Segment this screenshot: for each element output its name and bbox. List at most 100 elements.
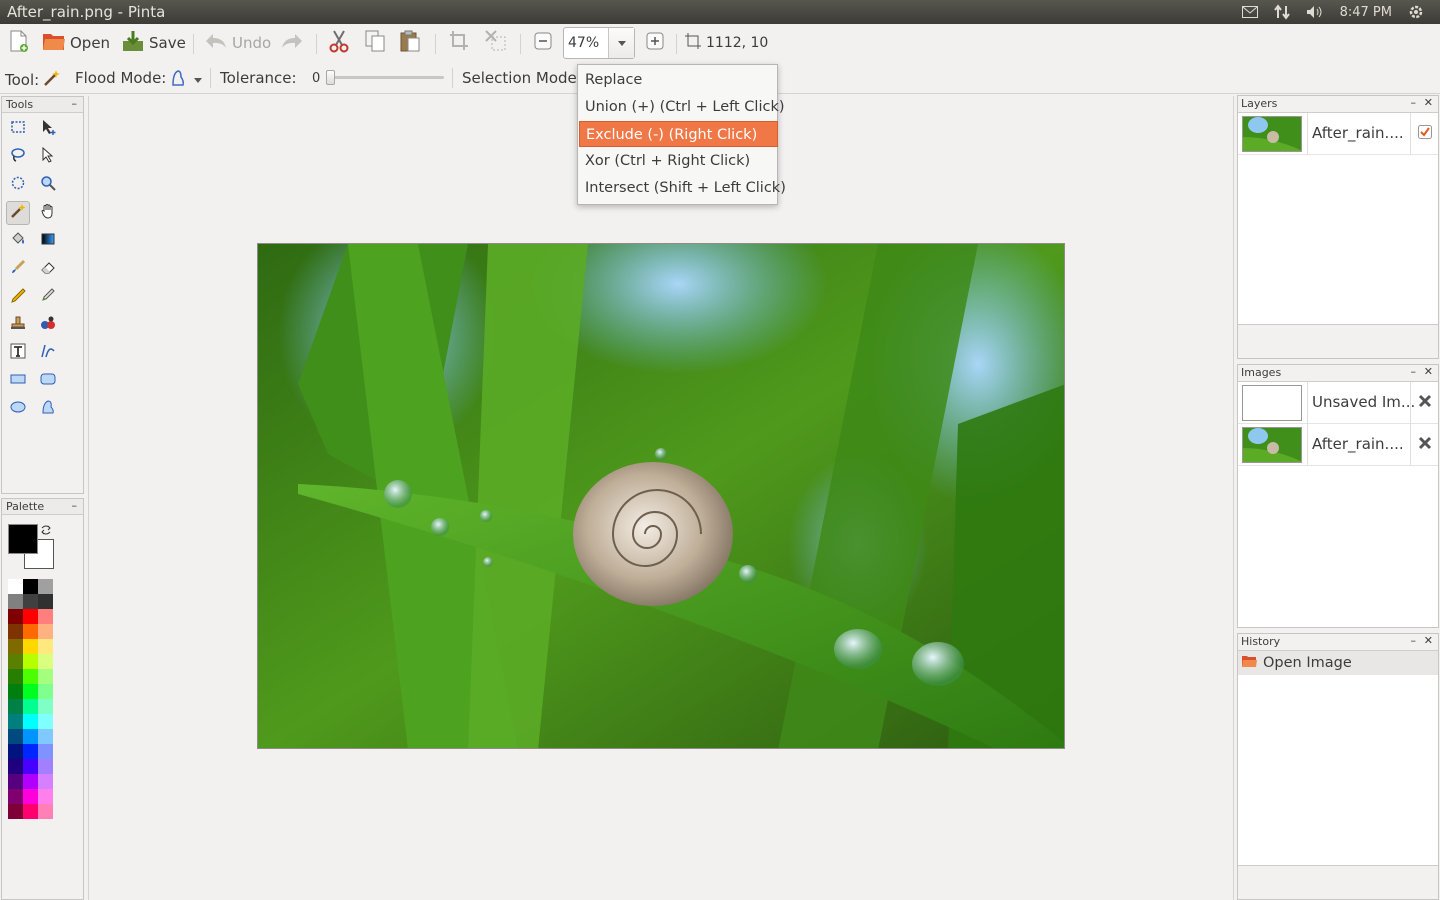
tolerance-slider[interactable] bbox=[326, 70, 444, 85]
selection-mode-menu-item[interactable]: Replace bbox=[579, 67, 778, 93]
palette-swatch[interactable] bbox=[23, 624, 38, 639]
palette-swatch[interactable] bbox=[8, 669, 23, 684]
palette-swatch[interactable] bbox=[8, 759, 23, 774]
undo-button[interactable]: Undo bbox=[204, 30, 271, 56]
minimize-icon[interactable]: – bbox=[1411, 96, 1417, 109]
palette-swatch[interactable] bbox=[38, 744, 53, 759]
clone-stamp-tool[interactable] bbox=[6, 313, 30, 337]
recolor-tool[interactable] bbox=[36, 313, 60, 337]
cut-button[interactable] bbox=[328, 30, 350, 56]
ellipse-tool[interactable] bbox=[6, 397, 30, 421]
palette-swatch[interactable] bbox=[8, 684, 23, 699]
palette-swatch[interactable] bbox=[23, 654, 38, 669]
close-image-icon[interactable] bbox=[1418, 436, 1432, 454]
palette-swatch[interactable] bbox=[8, 714, 23, 729]
palette-swatch[interactable] bbox=[8, 729, 23, 744]
minimize-icon[interactable]: – bbox=[72, 499, 78, 512]
palette-swatch[interactable] bbox=[38, 609, 53, 624]
palette-swatch[interactable] bbox=[8, 699, 23, 714]
color-picker-tool[interactable] bbox=[36, 285, 60, 309]
palette-swatch[interactable] bbox=[23, 714, 38, 729]
move-selected-tool[interactable] bbox=[36, 117, 60, 141]
text-tool[interactable] bbox=[6, 341, 30, 365]
layer-row[interactable]: After_rain.... bbox=[1238, 113, 1438, 155]
freeform-shape-tool[interactable] bbox=[36, 397, 60, 421]
zoom-tool[interactable] bbox=[36, 173, 60, 197]
palette-swatch[interactable] bbox=[8, 609, 23, 624]
image-row[interactable]: After_rain.... bbox=[1238, 424, 1438, 466]
ellipse-select-tool[interactable] bbox=[6, 173, 30, 197]
palette-swatch[interactable] bbox=[23, 759, 38, 774]
save-button[interactable]: Save bbox=[121, 30, 186, 56]
palette-swatch[interactable] bbox=[8, 744, 23, 759]
close-icon[interactable]: ✕ bbox=[1424, 634, 1433, 647]
palette-swatch[interactable] bbox=[8, 789, 23, 804]
eraser-tool[interactable] bbox=[36, 257, 60, 281]
minimize-icon[interactable]: – bbox=[72, 97, 78, 110]
network-icon[interactable] bbox=[1273, 4, 1290, 20]
image-row[interactable]: Unsaved Im... bbox=[1238, 382, 1438, 424]
move-selection-tool[interactable] bbox=[36, 145, 60, 169]
palette-swatch[interactable] bbox=[23, 639, 38, 654]
redo-button[interactable] bbox=[280, 30, 304, 56]
palette-swatch[interactable] bbox=[38, 594, 53, 609]
palette-swatch[interactable] bbox=[23, 699, 38, 714]
selection-mode-menu-item[interactable]: Union (+) (Ctrl + Left Click) bbox=[579, 94, 785, 120]
palette-swatch[interactable] bbox=[38, 654, 53, 669]
palette-swatch[interactable] bbox=[38, 624, 53, 639]
palette-swatch[interactable] bbox=[38, 804, 53, 819]
lasso-select-tool[interactable] bbox=[6, 145, 30, 169]
image-canvas[interactable] bbox=[257, 243, 1065, 749]
zoom-value[interactable]: 47% bbox=[568, 35, 599, 51]
palette-swatch[interactable] bbox=[38, 579, 53, 594]
zoom-combobox[interactable]: 47% bbox=[563, 27, 635, 59]
palette-swatch[interactable] bbox=[38, 759, 53, 774]
selection-mode-menu-item[interactable]: Xor (Ctrl + Right Click) bbox=[579, 148, 778, 174]
palette-swatch[interactable] bbox=[23, 729, 38, 744]
zoom-out-button[interactable] bbox=[533, 30, 553, 56]
palette-swatch[interactable] bbox=[8, 624, 23, 639]
mail-icon[interactable] bbox=[1241, 6, 1258, 18]
open-button[interactable]: Open bbox=[42, 30, 110, 56]
palette-swatch[interactable] bbox=[38, 699, 53, 714]
pencil-tool[interactable] bbox=[6, 285, 30, 309]
selection-mode-menu-item[interactable]: Intersect (Shift + Left Click) bbox=[579, 175, 786, 201]
palette-swatch[interactable] bbox=[23, 744, 38, 759]
gradient-tool[interactable] bbox=[36, 229, 60, 253]
zoom-dropdown-button[interactable] bbox=[608, 28, 634, 58]
minimize-icon[interactable]: – bbox=[1411, 634, 1417, 647]
palette-swatch[interactable] bbox=[38, 639, 53, 654]
flood-mode-dropdown[interactable] bbox=[170, 69, 202, 91]
rectangle-tool[interactable] bbox=[6, 369, 30, 393]
palette-swatch[interactable] bbox=[8, 639, 23, 654]
line-curve-tool[interactable] bbox=[36, 341, 60, 365]
palette-swatch[interactable] bbox=[38, 669, 53, 684]
palette-swatch[interactable] bbox=[8, 774, 23, 789]
minimize-icon[interactable]: – bbox=[1411, 365, 1417, 378]
primary-color-swatch[interactable] bbox=[8, 524, 38, 554]
palette-swatch[interactable] bbox=[23, 774, 38, 789]
rounded-rectangle-tool[interactable] bbox=[36, 369, 60, 393]
paintbrush-tool[interactable] bbox=[6, 257, 30, 281]
close-icon[interactable]: ✕ bbox=[1424, 96, 1433, 109]
copy-button[interactable] bbox=[364, 30, 386, 56]
palette-swatch[interactable] bbox=[23, 789, 38, 804]
palette-swatch[interactable] bbox=[8, 654, 23, 669]
paint-bucket-tool[interactable] bbox=[6, 229, 30, 253]
palette-swatch[interactable] bbox=[23, 609, 38, 624]
canvas-area[interactable] bbox=[88, 96, 1234, 900]
palette-swatch[interactable] bbox=[38, 729, 53, 744]
palette-swatch[interactable] bbox=[8, 804, 23, 819]
deselect-button[interactable] bbox=[484, 30, 508, 56]
rectangle-select-tool[interactable] bbox=[6, 117, 30, 141]
layer-visibility-checkbox[interactable] bbox=[1418, 125, 1432, 143]
crop-button[interactable] bbox=[448, 30, 470, 56]
palette-swatch[interactable] bbox=[38, 774, 53, 789]
palette-swatch[interactable] bbox=[8, 579, 23, 594]
zoom-in-button[interactable] bbox=[645, 30, 665, 56]
palette-swatch[interactable] bbox=[23, 579, 38, 594]
palette-swatch[interactable] bbox=[23, 804, 38, 819]
close-icon[interactable]: ✕ bbox=[1424, 365, 1433, 378]
palette-swatch[interactable] bbox=[23, 684, 38, 699]
palette-swatch[interactable] bbox=[23, 669, 38, 684]
